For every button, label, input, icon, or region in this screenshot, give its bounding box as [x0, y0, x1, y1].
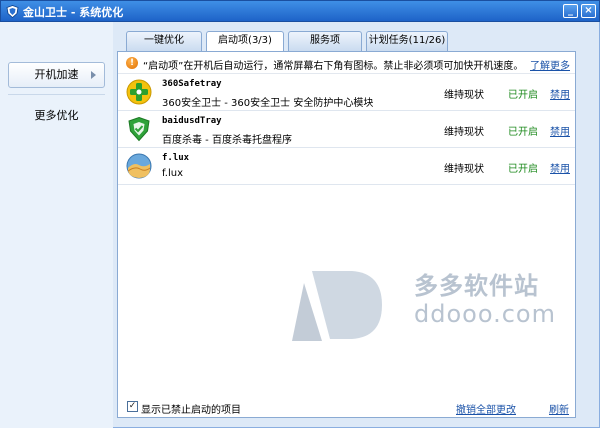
table-row: baidusdTray 百度杀毒 - 百度杀毒托盘程序 维持现状 已开启 禁用 [118, 112, 575, 148]
startup-panel: ! “启动项”在开机后自动运行，通常屏幕右下角有图标。禁止非必须项可加快开机速度… [117, 51, 576, 418]
tab-services[interactable]: 服务项(43/149) [288, 31, 362, 64]
recommendation-text: 维持现状 [444, 90, 484, 101]
recommendation-text: 维持现状 [444, 164, 484, 175]
disable-link[interactable]: 禁用 [550, 123, 570, 138]
info-bar: ! “启动项”在开机后自动运行，通常屏幕右下角有图标。禁止非必须项可加快开机速度… [118, 52, 575, 74]
startup-item-name: f.lux [162, 153, 190, 163]
360-safe-icon [126, 79, 152, 105]
startup-item-description: 百度杀毒 - 百度杀毒托盘程序 [162, 135, 292, 146]
sidebar-item-label: 更多优化 [34, 109, 79, 122]
startup-item-description: 360安全卫士 - 360安全卫士 安全防护中心模块 [162, 98, 374, 109]
chevron-right-icon [91, 71, 96, 79]
warning-icon: ! [126, 57, 138, 69]
tab-one-click-optimize[interactable]: 一键优化 [126, 31, 202, 51]
table-row: 360Safetray 360安全卫士 - 360安全卫士 安全防护中心模块 维… [118, 75, 575, 111]
disable-link[interactable]: 禁用 [550, 160, 570, 175]
startup-item-name: 360Safetray [162, 79, 222, 89]
kingsoft-shield-icon [6, 5, 19, 18]
show-disabled-checkbox[interactable]: ✓ [127, 401, 138, 412]
watermark-name: 多多软件站 [414, 272, 539, 300]
enabled-status: 已开启 [508, 164, 538, 175]
flux-icon [126, 153, 152, 179]
refresh-link[interactable]: 刷新 [549, 401, 569, 416]
title-bar: 金山卫士 - 系统优化 _ × [0, 0, 600, 22]
footer-bar: ✓ 显示已禁止启动的项目 撤销全部更改 刷新 [117, 398, 576, 418]
sidebar-item-startup-boost[interactable]: 开机加速 [8, 62, 105, 88]
disable-link[interactable]: 禁用 [550, 86, 570, 101]
minimize-button[interactable]: _ [563, 4, 578, 18]
enabled-status: 已开启 [508, 90, 538, 101]
tab-scheduled-tasks[interactable]: 计划任务(11/26) [366, 31, 448, 51]
learn-more-link[interactable]: 了解更多 [530, 57, 570, 72]
window-title: 金山卫士 - 系统优化 [23, 6, 124, 19]
sidebar-item-label: 开机加速 [34, 68, 79, 81]
undo-all-changes-link[interactable]: 撤销全部更改 [456, 401, 516, 416]
startup-item-description: f.lux [162, 168, 184, 179]
baidu-shield-icon [128, 116, 150, 142]
recommendation-text: 维持现状 [444, 127, 484, 138]
info-text: “启动项”在开机后自动运行，通常屏幕右下角有图标。禁止非必须项可加快开机速度。 [143, 61, 524, 72]
sidebar-item-more-optimize[interactable]: 更多优化 [8, 104, 105, 130]
table-row: f.lux f.lux 维持现状 已开启 禁用 [118, 149, 575, 185]
sidebar: 开机加速 更多优化 [0, 22, 113, 428]
sidebar-divider [8, 94, 105, 95]
show-disabled-label[interactable]: 显示已禁止启动的项目 [141, 401, 241, 416]
tab-startup-items[interactable]: 启动项(3/3) [206, 31, 284, 52]
startup-item-name: baidusdTray [162, 116, 222, 126]
enabled-status: 已开启 [508, 127, 538, 138]
watermark-domain: ddooo.com [414, 300, 556, 328]
close-button[interactable]: × [581, 4, 596, 18]
